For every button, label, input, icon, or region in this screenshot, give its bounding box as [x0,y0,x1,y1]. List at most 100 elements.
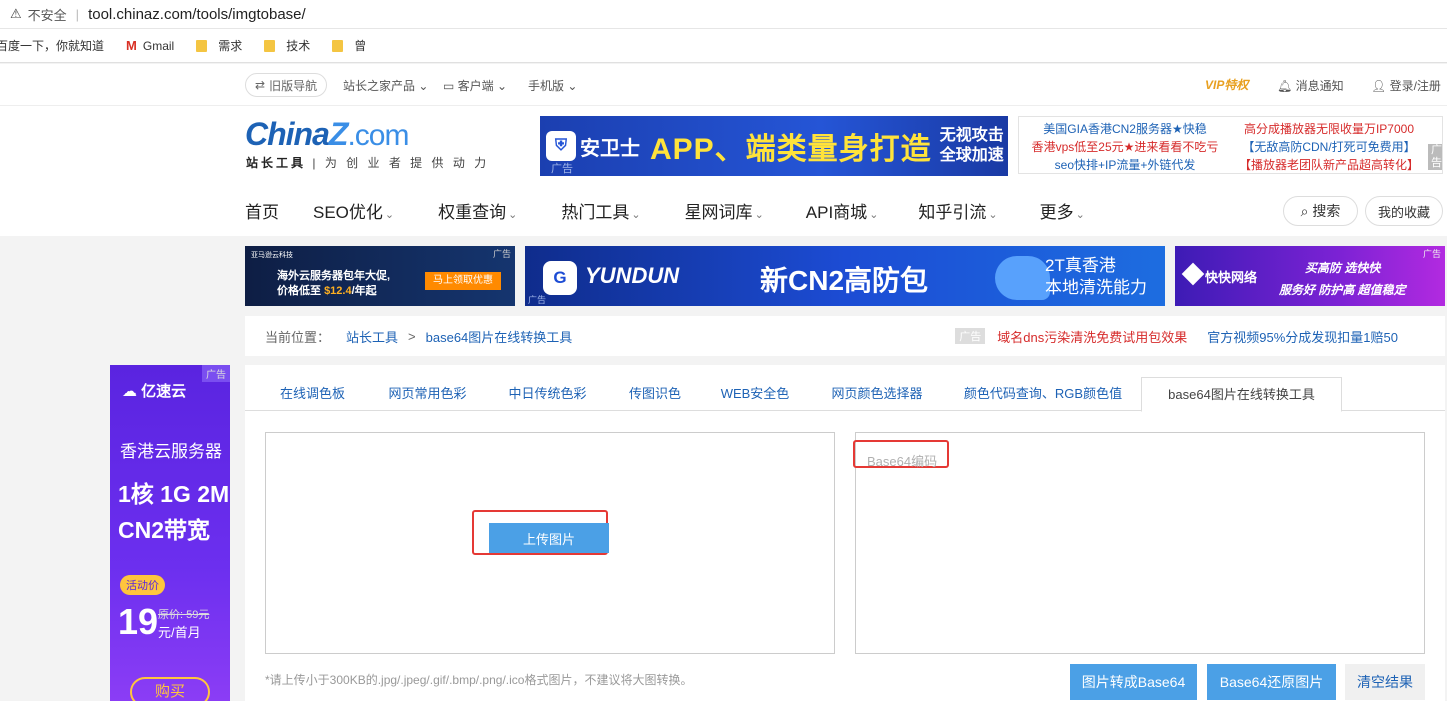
ad-tag: 广告 [202,365,230,382]
bookmark-label: 百度一下，你就知道 [0,39,105,53]
search-button[interactable]: ⌕ 搜索 [1283,196,1358,226]
breadcrumb-prefix: 当前位置： [265,329,331,345]
address-separator: | [75,6,80,22]
old-nav-button[interactable]: ⇄ 旧版导航 [245,73,328,97]
to-base64-button[interactable]: 图片转成Base64 [1070,664,1197,700]
mobile-menu[interactable]: 手机版 ⌄ [528,77,577,94]
breadcrumb-home[interactable]: 站长工具 [346,327,398,346]
tab-color-code[interactable]: 颜色代码查询、RGB颜色值 [953,377,1133,411]
chevron-down-icon: ⌄ [564,79,578,93]
nav-label: 知乎引流 [918,203,987,222]
upload-note: *请上传小于300KB的.jpg/.jpeg/.gif/.bmp/.png/.i… [265,673,693,687]
cloud-icon [995,256,1050,300]
site-logo[interactable]: ChinaZ.com [245,116,409,153]
main-nav: 首页 SEO优化 ⌄ 权重查询 ⌄ 热门工具 ⌄ 星网词库 ⌄ API商城 ⌄ 知乎引流 ⌄… [245,198,1119,226]
side-ad-line1: 香港云服务器 [120,442,222,461]
logo-z: Z [328,116,349,152]
tab-palette[interactable]: 在线调色板 [265,377,360,411]
text-ad-link[interactable]: 【播放器老团队新产品超高转化】 [1231,156,1427,174]
breadcrumb-ad-red[interactable]: 域名dns污染清洗免费试用包效果 [997,327,1187,346]
nav-home[interactable]: 首页 [245,198,279,226]
upload-button[interactable]: 上传图片 [489,523,609,553]
side-ad-orig: 原价: 59元 [158,609,210,621]
text-ad-link[interactable]: 香港vps低至25元★进来看看不吃亏 [1027,138,1223,156]
nav-hot-tools[interactable]: 热门工具 ⌄ [561,198,640,226]
ad-right-text: 2T真香港本地清洗能力 [1045,255,1147,299]
user-icon: 👤︎ [1371,79,1390,93]
restore-image-button[interactable]: Base64还原图片 [1207,664,1336,700]
warning-icon[interactable]: ⚠ [10,6,22,22]
tab-base64[interactable]: base64图片在线转换工具 [1141,377,1342,412]
ad-brand: 安卫士 [580,137,640,160]
side-ad-buy-button[interactable]: 购买 [130,677,210,701]
insecure-label[interactable]: 不安全 [28,5,67,24]
vip-link[interactable]: VIP特权 [1205,76,1248,93]
ad-line2: 价格低至 $12.4/年起 [277,282,377,298]
logo-sub: 为 创 业 者 提 供 动 力 [324,156,490,170]
login-link[interactable]: 👤︎ 登录/注册 [1371,77,1441,94]
bookmark-label: Gmail [142,38,175,53]
chevron-down-icon: ⌄ [415,79,429,93]
bookmark-folder-xuqiu[interactable]: 需求 [196,37,242,54]
chevron-down-icon: ⌄ [631,209,641,221]
ad-right-2: 本地清洗能力 [1045,278,1147,297]
text-ad-link[interactable]: 【无敌高防CDN/打死可免费用】 [1231,138,1427,156]
monitor-icon: ▭ [443,79,458,93]
ad-side-2: 全球加速 [939,147,1004,164]
tab-color-picker[interactable]: 网页颜色选择器 [817,377,937,411]
logo-com: .com [347,119,409,152]
top-nav: ⇄ 旧版导航 站长之家产品 ⌄ ▭ 客户端 ⌄ 手机版 ⌄ VIP特权 🔔︎ 消息… [0,64,1447,106]
nav-weight[interactable]: 权重查询 ⌄ [438,198,517,226]
folder-icon [196,39,208,52]
tab-traditional-colors[interactable]: 中日传统色彩 [495,377,600,411]
ad-yundun[interactable]: G YUNDUN 新CN2高防包 2T真香港 本地清洗能力 广告 [525,246,1165,306]
tab-common-colors[interactable]: 网页常用色彩 [375,377,480,411]
clear-button[interactable]: 清空结果 [1345,664,1425,700]
ad-kuaikuai[interactable]: 快快网络 买高防 选快快 服务好 防护高 超值稳定 广告 [1175,246,1445,306]
nav-zhihu[interactable]: 知乎引流 ⌄ [918,198,997,226]
url-text[interactable]: tool.chinaz.com/tools/imgtobase/ [88,6,306,23]
tab-image-color[interactable]: 传图识色 [615,377,695,411]
text-ad-link[interactable]: seo快排+IP流量+外链代发 [1027,156,1223,174]
tab-web-safe[interactable]: WEB安全色 [710,377,800,411]
bookmark-folder-jishu[interactable]: 技术 [264,37,310,54]
side-ad[interactable]: ☁ 亿速云 广告 香港云服务器 1核 1G 2M CN2带宽 活动价 19 原价… [110,365,230,701]
notice-link[interactable]: 🔔︎ 消息通知 [1277,77,1344,94]
bookmark-baidu[interactable]: 百度一下，你就知道 [0,37,104,54]
breadcrumb-ad-blue[interactable]: 官方视频95%分成发现扣量1赔50 [1207,327,1398,346]
products-menu[interactable]: 站长之家产品 ⌄ [343,77,428,94]
breadcrumb-sep: > [408,328,416,344]
base64-placeholder: Base64编码 [867,454,938,469]
bookmark-folder-zeng[interactable]: 曾 [332,37,366,54]
side-ad-unit: 元/首月 [158,625,201,640]
text-ad-link[interactable]: 高分成播放器无限收量万IP7000 [1231,120,1427,138]
bookmark-label: 技术 [286,39,311,53]
favorites-button[interactable]: 我的收藏 [1365,196,1443,226]
ad-line1: 买高防 选快快 [1305,261,1381,275]
address-bar[interactable]: ⚠ 不安全 | tool.chinaz.com/tools/imgtobase/ [0,0,1447,29]
ad-headline: 新CN2高防包 [760,265,929,296]
side-ad-brand-text: 亿速云 [141,383,187,400]
ad-right-1: 2T真香港 [1045,256,1116,275]
ad-brand: 亚马逊云科技 [251,252,293,259]
chevron-down-icon: ⌄ [869,209,879,221]
chevron-down-icon: ⌄ [754,209,764,221]
nav-label: SEO优化 [313,203,383,222]
bell-icon: 🔔︎ [1277,79,1296,93]
nav-seo[interactable]: SEO优化 ⌄ [313,198,394,226]
client-menu[interactable]: ▭ 客户端 ⌄ [443,77,507,94]
site-header: ChinaZ.com 站长工具 | 为 创 业 者 提 供 动 力 ⛨ 安卫士 … [0,106,1447,236]
nav-api[interactable]: API商城 ⌄ [806,198,879,226]
side-ad-line3: CN2带宽 [118,517,211,543]
text-ad-link[interactable]: 美国GIA香港CN2服务器★快稳 [1027,120,1223,138]
breadcrumb-current[interactable]: base64图片在线转换工具 [426,327,573,346]
nav-more[interactable]: 更多 ⌄ [1040,198,1085,226]
header-banner-ad[interactable]: ⛨ 安卫士 APP、端类量身打造 无视攻击 全球加速 广告 [540,116,1008,176]
ad-brand: YUNDUN [585,263,680,288]
nav-keywords[interactable]: 星网词库 ⌄ [685,198,764,226]
ad-tag: 广告 [1422,249,1441,259]
text-ads-right: 高分成播放器无限收量万IP7000 【无敌高防CDN/打死可免费用】 【播放器老… [1231,120,1427,174]
bookmark-gmail[interactable]: M Gmail [126,38,174,53]
search-label: 搜索 [1312,203,1341,219]
ad-amazon[interactable]: 亚马逊云科技 海外云服务器包年大促, 价格低至 $12.4/年起 马上领取优惠 … [245,246,515,306]
